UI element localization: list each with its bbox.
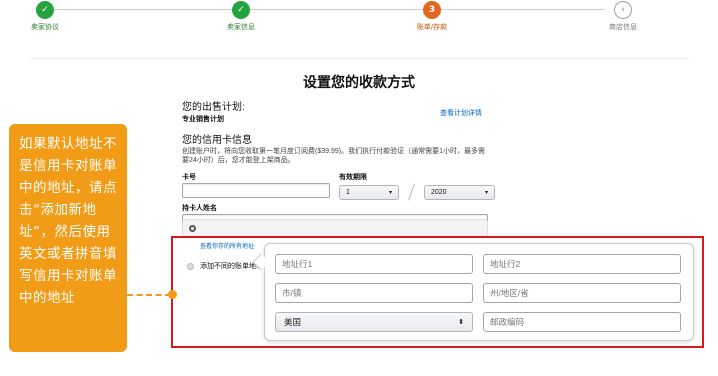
step-label: 账单/存款 [416,23,448,31]
check-icon: ✓ [232,1,250,19]
country-select[interactable]: 美国 ⬍ [275,312,473,332]
city-input[interactable]: 市/镇 [275,283,473,303]
callout-connector [127,294,171,296]
instruction-callout: 如果默认地址不是信用卡对账单中的地址，请点击“添加新地址”，然后使用英文或者拼音… [9,124,127,352]
address-line2-input[interactable]: 地址行2 [483,254,681,274]
step-store-info[interactable]: ‹ 商店信息 [578,0,668,32]
step-label: 商店信息 [609,23,637,31]
card-number-label: 卡号 [182,174,196,181]
step-seller-info[interactable]: ✓ 卖家信息 [196,0,286,32]
step-label: 卖家协议 [31,23,59,31]
cardholder-name-label: 持卡人姓名 [182,205,217,212]
step-label: 卖家信息 [227,23,255,31]
expiry-year-select[interactable]: 2020 ▾ [424,184,495,200]
step-number: 3 [423,1,441,19]
state-input[interactable]: 州/地区/省 [483,283,681,303]
callout-pointer-dot [168,290,177,299]
expiry-year-value: 2020 [431,188,447,196]
check-icon: ✓ [36,1,54,19]
header-divider [30,58,690,59]
credit-card-title: 您的信用卡信息 [182,135,252,146]
dropdown-arrow-icon: ▾ [388,189,392,196]
slash-divider [407,183,416,201]
default-address-option[interactable] [182,219,488,237]
default-address-radio[interactable] [189,225,196,232]
expiry-month-select[interactable]: 1 ▾ [339,184,399,200]
add-address-radio[interactable] [187,262,194,270]
progress-line [44,9,604,10]
dropdown-arrow-icon: ▾ [484,189,488,196]
add-billing-address-option[interactable]: 添加不同的账单地址 [187,261,263,271]
payment-form: 您的出售计划: 专业销售计划 查看计划详情 您的信用卡信息 创建账户时，将向您收… [182,98,495,229]
country-value: 美国 [284,317,302,327]
expiry-label: 有效期限 [339,174,367,181]
page-title: 设置您的收款方式 [303,74,415,90]
card-number-input[interactable] [182,183,330,198]
expiry-month-value: 1 [346,188,350,196]
view-plan-details-link[interactable]: 查看计划详情 [440,108,482,118]
address-line1-input[interactable]: 地址行1 [275,254,473,274]
credit-card-description: 创建账户时，将向您收取第一笔月度订阅费($39.99)。我们执行付款验证（通常需… [182,148,485,164]
select-arrows-icon: ⬍ [458,319,464,326]
step-billing[interactable]: 3 账单/存款 [387,0,477,32]
zip-code-input[interactable]: 邮政编码 [483,312,681,332]
chevron-left-icon: ‹ [614,1,632,19]
step-seller-agreement[interactable]: ✓ 卖家协议 [0,0,90,32]
view-all-addresses-link[interactable]: 查看你存的所有地址 [200,241,254,250]
progress-steps: ✓ 卖家协议 ✓ 卖家信息 3 账单/存款 ‹ 商店信息 [0,0,718,60]
